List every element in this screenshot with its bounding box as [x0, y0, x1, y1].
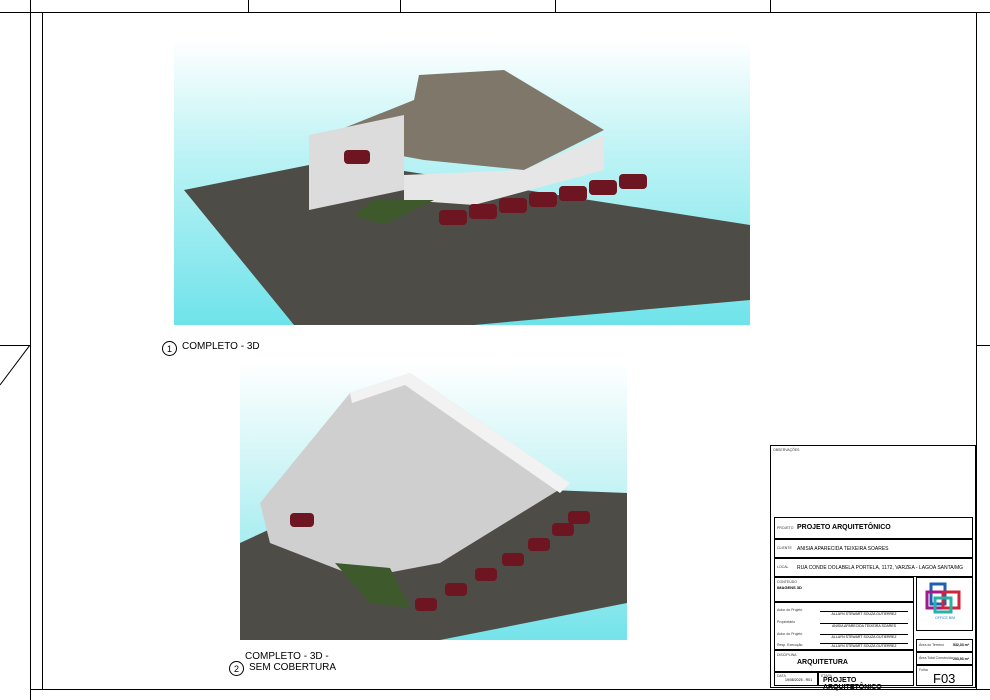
owner-name: ANISIA APARECIDA TEIXEIRA SOARES — [797, 546, 889, 552]
sheet-label: Folha — [919, 668, 928, 672]
sheet-number: F03 — [933, 671, 956, 686]
area-2: 203,93 m² — [953, 657, 969, 661]
title-block: OBSERVAÇÕES PROJETO PROJETO ARQUITETÔNICO… — [770, 445, 976, 691]
resp: ALLAYN STEWART SOUZA GUTIERREZ — [820, 634, 908, 639]
address-label: LOCAL — [777, 565, 789, 569]
exec: ALLAYN STEWART SOUZA GUTIERREZ — [820, 643, 908, 648]
owner2: ANISIA APARECIDA TEIXEIRA SOARES — [820, 623, 908, 628]
author: ALLAYN STEWART SOUZA GUTIERREZ — [820, 611, 908, 616]
area-1: 532,33 m² — [953, 643, 969, 647]
owner2-label: Proprietário — [777, 620, 796, 624]
owner-label: CLIENTE — [777, 546, 792, 550]
stage: PROJETO ARQUITETÔNICO — [823, 677, 882, 691]
view-title: COMPLETO - 3D - SEM COBERTURA — [245, 651, 337, 673]
content: IMAGENS 3D — [777, 585, 802, 590]
notes-label: OBSERVAÇÕES — [773, 448, 800, 452]
view-2-caption: 2 COMPLETO - 3D - SEM COBERTURA — [229, 651, 349, 676]
author-label: Autor do Projeto — [777, 608, 803, 612]
project-label: PROJETO — [777, 526, 794, 530]
area-label-2: Área Total Construída — [919, 656, 953, 660]
view-number: 1 — [162, 341, 177, 356]
discipline: ARQUITETURA — [797, 659, 848, 666]
view-3d-complete — [174, 40, 750, 325]
date: 19/08/2025 - R01 — [785, 678, 813, 682]
company-logo: OFFICE BIM — [916, 577, 973, 631]
view-3d-no-roof — [240, 363, 627, 640]
logo-text: OFFICE BIM — [935, 616, 956, 620]
address: RUA CONDE DOLABELA PORTELA, 1172, VARZEA… — [797, 565, 964, 571]
view-title: COMPLETO - 3D — [182, 341, 260, 352]
area-label-1: Área do Terreno — [919, 643, 945, 647]
view-1-caption: 1 COMPLETO - 3D — [162, 341, 260, 356]
resp-label: Autor do Projeto — [777, 632, 803, 636]
exec-label: Resp. Execução — [777, 643, 803, 647]
project-name: PROJETO ARQUITETÔNICO — [797, 524, 891, 531]
content-label: CONTEÚDO — [777, 580, 798, 584]
discipline-label: DISCIPLINA — [777, 653, 797, 657]
